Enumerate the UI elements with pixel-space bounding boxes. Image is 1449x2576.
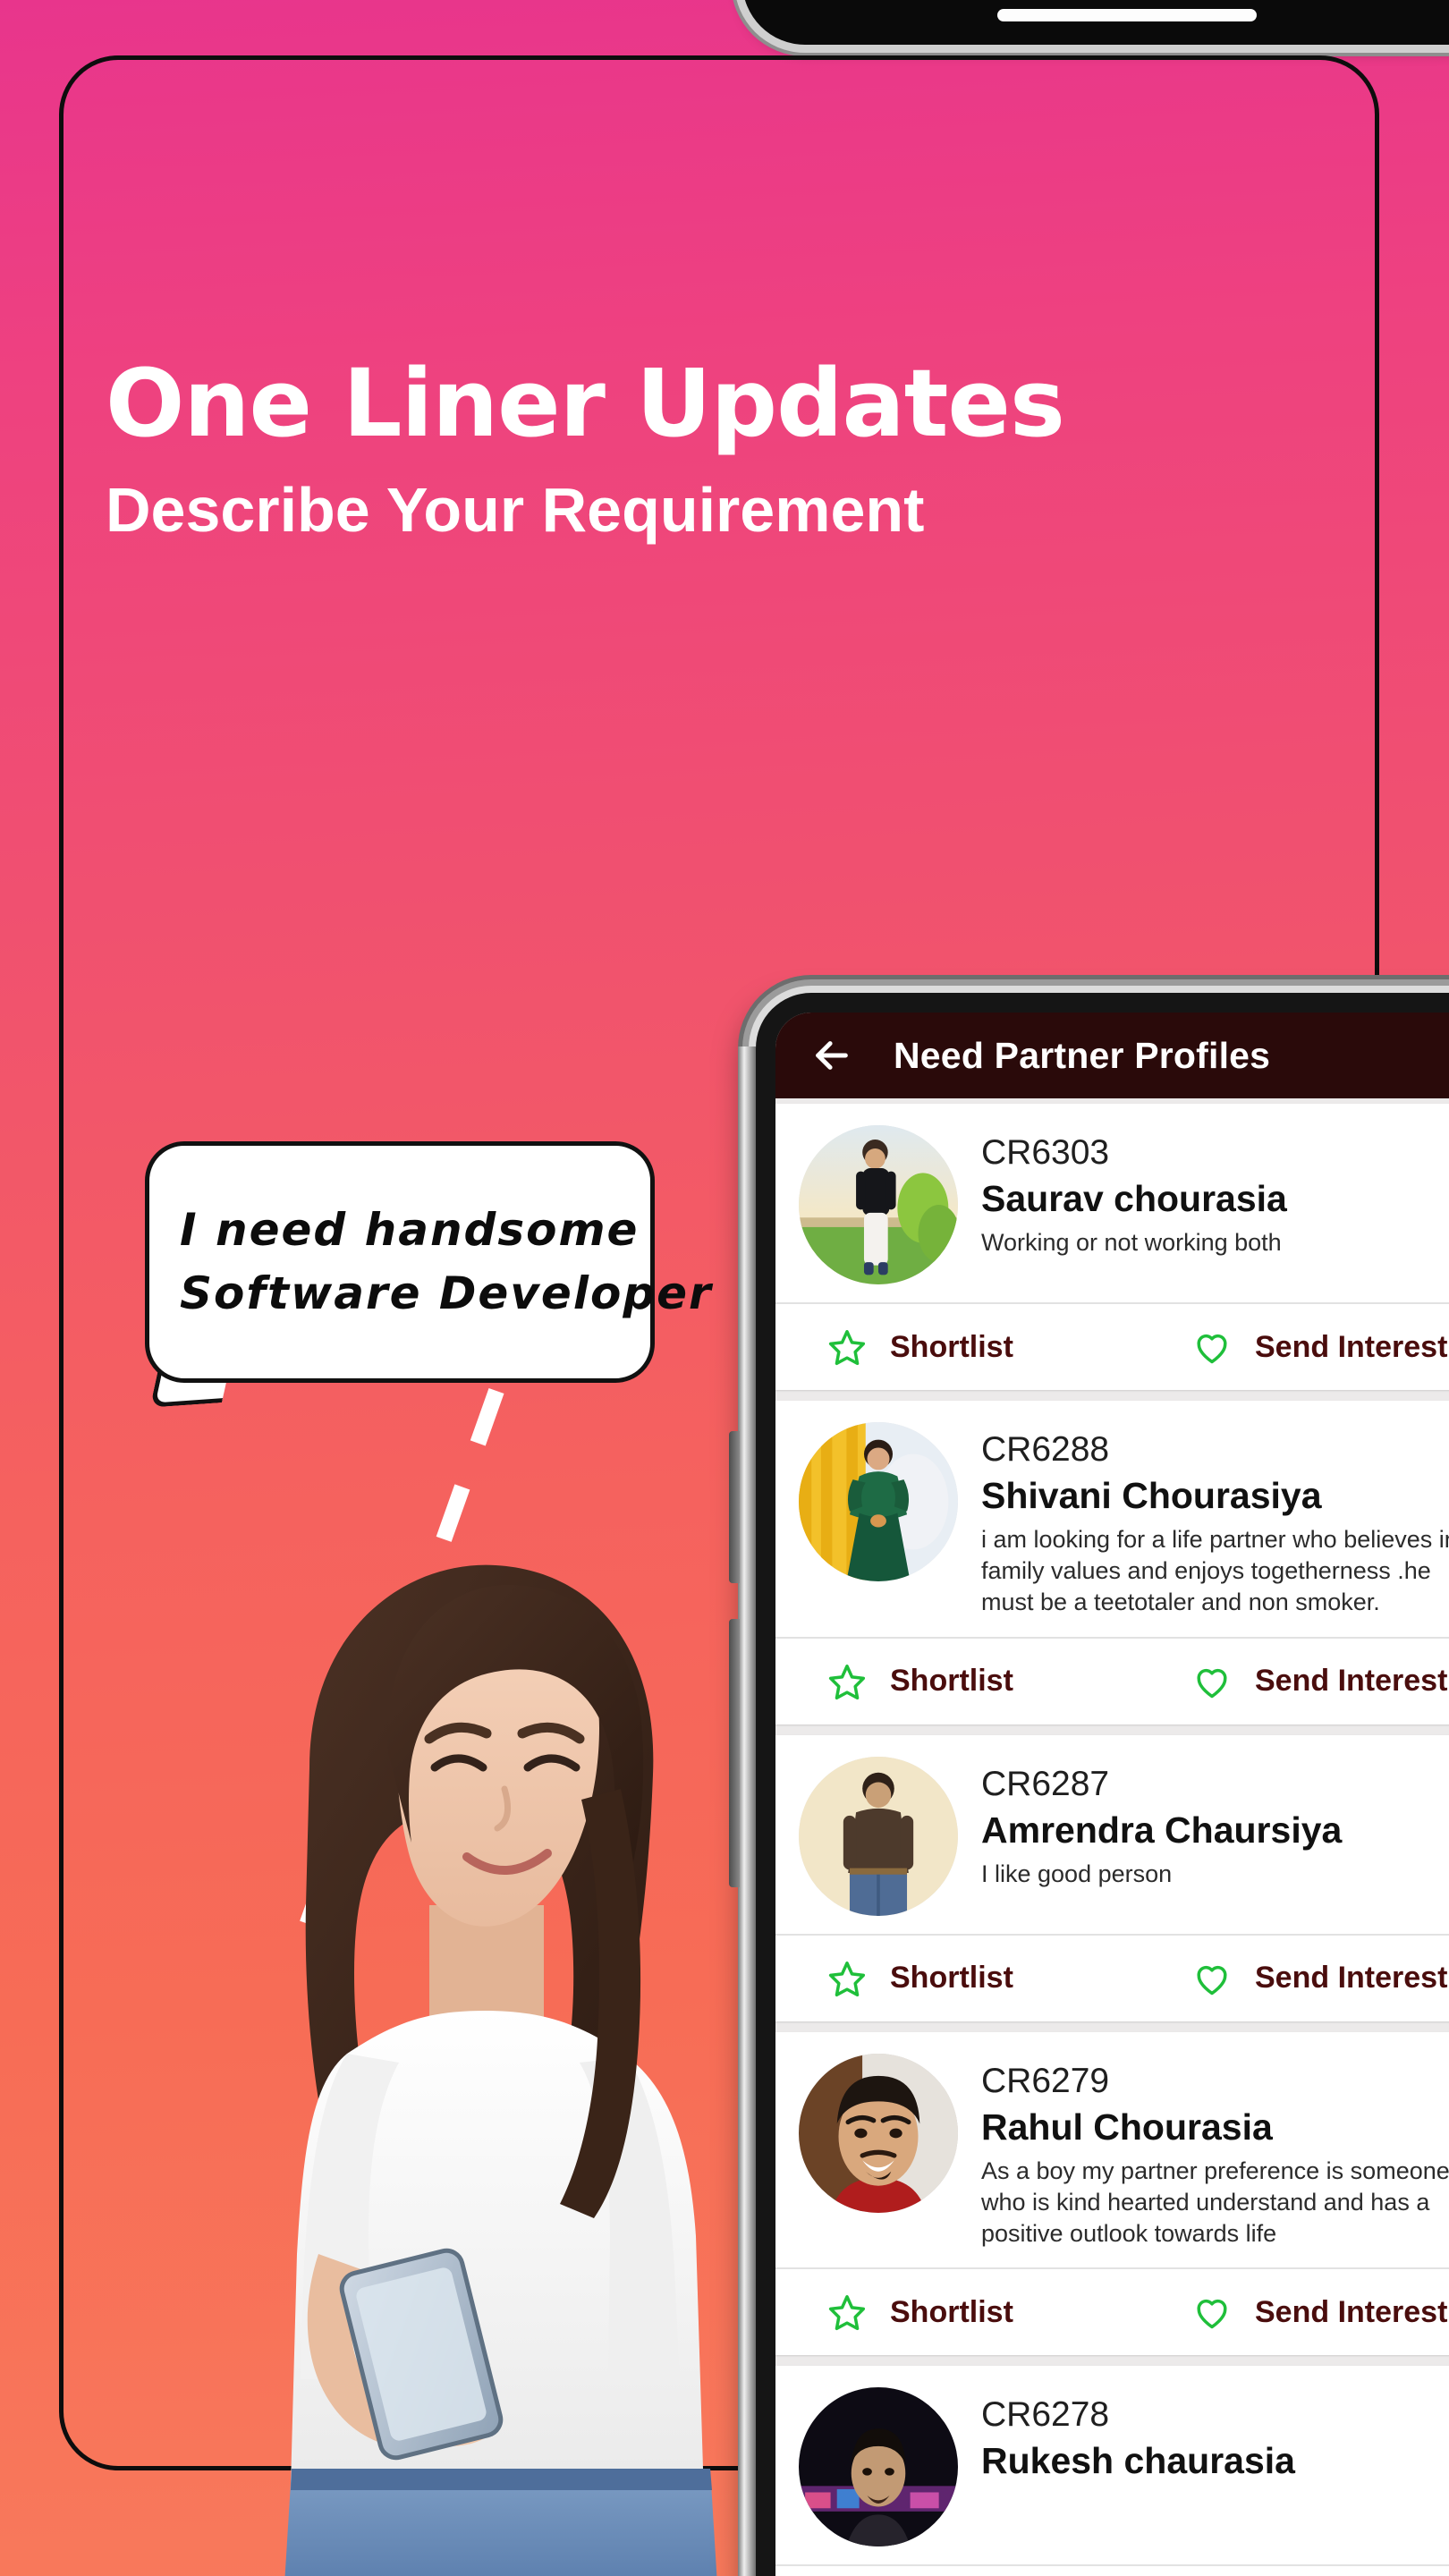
profile-description: As a boy my partner preference is someon… bbox=[981, 2157, 1449, 2247]
profile-card[interactable]: CR6287 Amrendra Chaursiya I like good pe… bbox=[775, 1734, 1449, 2021]
profile-card[interactable]: CR6278 Rukesh chaurasia Shortlist bbox=[775, 2366, 1449, 2576]
profile-description: I like good person bbox=[981, 1860, 1173, 1887]
profile-card-actions: Shortlist Send Interest bbox=[775, 1636, 1449, 1724]
profile-description: Working or not working both bbox=[981, 1229, 1282, 1257]
phone-power-button[interactable] bbox=[729, 1619, 740, 1887]
woman-with-phone-illustration bbox=[284, 1564, 717, 2576]
page-title: One Liner Updates bbox=[106, 349, 1065, 458]
profile-card-actions: Shortlist Send Interest bbox=[775, 2267, 1449, 2355]
heart-outline-icon bbox=[1197, 1668, 1227, 1698]
profile-description: i am looking for a life partner who beli… bbox=[981, 1526, 1449, 1616]
speech-bubble-line-2: Software Developer bbox=[180, 1267, 713, 1319]
profile-info: CR6287 Amrendra Chaursiya I like good pe… bbox=[981, 1757, 1449, 1916]
man-standing-field-photo bbox=[799, 1125, 958, 1284]
profile-card[interactable]: CR6303 Saurav chourasia Working or not w… bbox=[775, 1104, 1449, 1390]
profile-card-body: CR6278 Rukesh chaurasia bbox=[775, 2366, 1449, 2564]
woman-green-dress-photo bbox=[799, 1422, 958, 1581]
star-outline-icon bbox=[828, 1961, 866, 1996]
heart-outline-icon bbox=[1197, 2300, 1227, 2329]
profile-id: CR6288 bbox=[981, 1430, 1110, 1469]
shortlist-label: Shortlist bbox=[890, 1664, 1013, 1699]
profile-info: CR6279 Rahul Chourasia As a boy my partn… bbox=[981, 2054, 1449, 2250]
arrow-left-icon[interactable] bbox=[811, 1035, 852, 1076]
heart-outline-icon bbox=[1197, 1334, 1227, 1364]
profile-name: Rahul Chourasia bbox=[981, 2106, 1273, 2148]
shortlist-label: Shortlist bbox=[890, 2294, 1013, 2329]
avatar[interactable] bbox=[799, 1422, 958, 1581]
avatar[interactable] bbox=[799, 2387, 958, 2547]
speech-bubble-line-1: I need handsome bbox=[180, 1204, 640, 1256]
send-interest-label: Send Interest bbox=[1255, 2294, 1448, 2329]
profile-name: Rukesh chaurasia bbox=[981, 2440, 1295, 2482]
profile-card-actions: Shortlist Send Interest bbox=[775, 1933, 1449, 2021]
send-interest-button[interactable]: Send Interest bbox=[1140, 2292, 1449, 2332]
send-interest-label: Send Interest bbox=[1255, 1664, 1448, 1699]
profile-card-actions: Shortlist Send Interest bbox=[775, 1302, 1449, 1390]
profile-card-actions: Shortlist Send Interest bbox=[775, 2564, 1449, 2576]
profile-card-body: CR6287 Amrendra Chaursiya I like good pe… bbox=[775, 1735, 1449, 1934]
avatar[interactable] bbox=[799, 1125, 958, 1284]
heart-outline-icon bbox=[1197, 1965, 1227, 1995]
app-bar-title: Need Partner Profiles bbox=[894, 1034, 1271, 1076]
profile-name: Amrendra Chaursiya bbox=[981, 1809, 1343, 1851]
profile-name: Saurav chourasia bbox=[981, 1178, 1287, 1220]
avatar[interactable] bbox=[799, 2053, 958, 2213]
shortlist-label: Shortlist bbox=[890, 1329, 1013, 1364]
profile-card-body: CR6288 Shivani Chourasiya i am looking f… bbox=[775, 1401, 1449, 1637]
phone-volume-button[interactable] bbox=[729, 1431, 740, 1583]
profile-name: Shivani Chourasiya bbox=[981, 1475, 1322, 1517]
poster-canvas: One Liner Updates Describe Your Requirem… bbox=[0, 0, 1449, 2576]
background-phone-device bbox=[742, 0, 1449, 45]
phone-earpiece-speaker bbox=[997, 9, 1257, 21]
shortlist-button[interactable]: Shortlist bbox=[775, 2292, 1140, 2332]
profile-id: CR6279 bbox=[981, 2061, 1110, 2100]
profile-id: CR6303 bbox=[981, 1133, 1110, 1172]
shortlist-button[interactable]: Shortlist bbox=[775, 1959, 1140, 1998]
man-brown-shirt-photo bbox=[799, 1756, 958, 1916]
shortlist-button[interactable]: Shortlist bbox=[775, 1662, 1140, 1701]
send-interest-button[interactable]: Send Interest bbox=[1140, 1662, 1449, 1701]
profile-card[interactable]: CR6288 Shivani Chourasiya i am looking f… bbox=[775, 1401, 1449, 1724]
profile-list[interactable]: CR6303 Saurav chourasia Working or not w… bbox=[775, 1098, 1449, 2576]
speech-bubble: I need handsome Software Developer bbox=[145, 1141, 713, 1383]
man-dark-background-photo bbox=[799, 2387, 958, 2547]
send-interest-label: Send Interest bbox=[1255, 1329, 1448, 1364]
app-screen: Need Partner Profiles CR6303 Saurav chou… bbox=[775, 1013, 1449, 2576]
app-bar: Need Partner Profiles bbox=[775, 1013, 1449, 1098]
send-interest-button[interactable]: Send Interest bbox=[1140, 1959, 1449, 1998]
star-outline-icon bbox=[828, 1664, 866, 1699]
profile-card-body: CR6303 Saurav chourasia Working or not w… bbox=[775, 1104, 1449, 1302]
send-interest-button[interactable]: Send Interest bbox=[1140, 1327, 1449, 1367]
star-outline-icon bbox=[828, 2295, 866, 2331]
star-outline-icon bbox=[828, 1330, 866, 1366]
send-interest-label: Send Interest bbox=[1255, 1961, 1448, 1996]
shortlist-button[interactable]: Shortlist bbox=[775, 1327, 1140, 1367]
profile-info: CR6288 Shivani Chourasiya i am looking f… bbox=[981, 1422, 1449, 1619]
avatar[interactable] bbox=[799, 1756, 958, 1916]
profile-id: CR6287 bbox=[981, 1764, 1110, 1803]
profile-card[interactable]: CR6279 Rahul Chourasia As a boy my partn… bbox=[775, 2031, 1449, 2356]
shortlist-label: Shortlist bbox=[890, 1961, 1013, 1996]
profile-id: CR6278 bbox=[981, 2395, 1110, 2435]
app-phone-device: Need Partner Profiles CR6303 Saurav chou… bbox=[729, 993, 1449, 2576]
profile-card-body: CR6279 Rahul Chourasia As a boy my partn… bbox=[775, 2032, 1449, 2268]
profile-info: CR6303 Saurav chourasia Working or not w… bbox=[981, 1125, 1449, 1284]
page-subtitle: Describe Your Requirement bbox=[106, 475, 925, 546]
profile-info: CR6278 Rukesh chaurasia bbox=[981, 2387, 1449, 2546]
man-portrait-smiling-photo bbox=[799, 2053, 958, 2213]
headline-block: One Liner Updates Describe Your Requirem… bbox=[106, 356, 1340, 544]
